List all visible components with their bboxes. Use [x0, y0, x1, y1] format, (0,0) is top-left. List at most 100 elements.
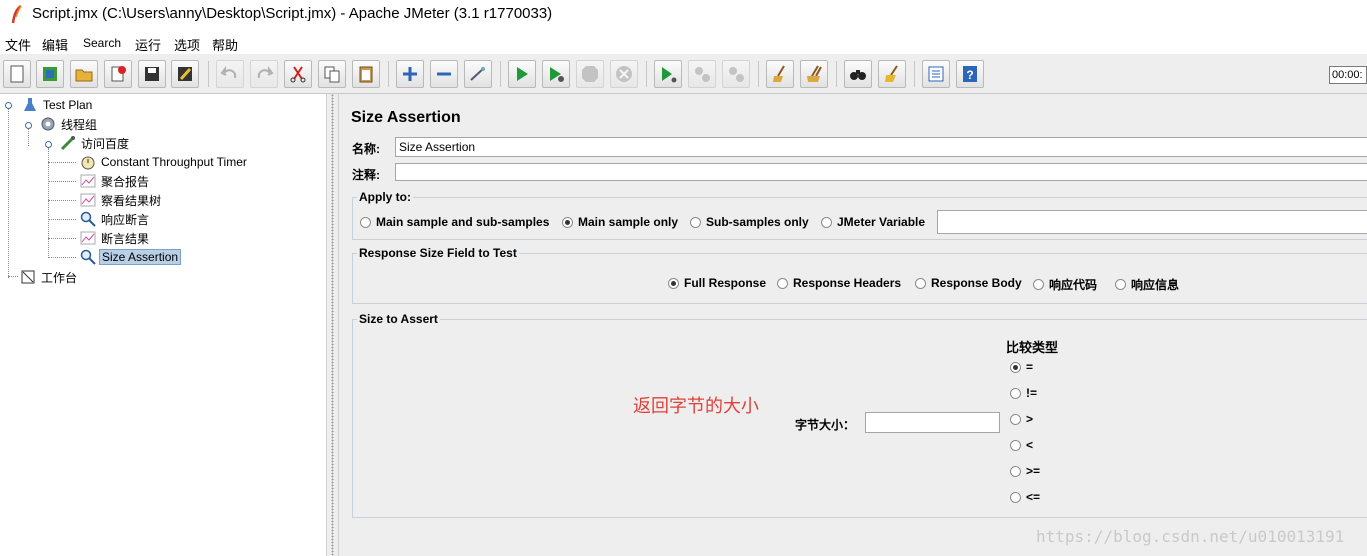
- size-label: 字节大小：: [795, 418, 856, 432]
- tree-node-test-plan[interactable]: Test Plan: [22, 96, 94, 114]
- redo-button[interactable]: [250, 60, 278, 88]
- tree-node-results-tree[interactable]: 察看结果树: [80, 191, 163, 209]
- tree-node-aggregate-report[interactable]: 聚合报告: [80, 172, 151, 190]
- elapsed-timer: 00:00:: [1329, 66, 1367, 84]
- radio-response-headers[interactable]: Response Headers: [777, 276, 901, 290]
- flask-icon: [24, 98, 36, 111]
- menu-file[interactable]: 文件: [5, 35, 31, 54]
- clear-broom-icon: [773, 65, 785, 82]
- tree-node-thread-group[interactable]: 线程组: [40, 115, 99, 133]
- paste-button[interactable]: [352, 60, 380, 88]
- compare-type-label: 比较类型: [1006, 340, 1059, 355]
- remote-start-icon: [662, 67, 677, 83]
- menu-options[interactable]: 选项: [174, 35, 200, 54]
- cut-button[interactable]: [284, 60, 312, 88]
- remote-shutdown-icon: [729, 67, 744, 82]
- radio-sub-only[interactable]: Sub-samples only: [690, 215, 809, 229]
- size-input[interactable]: [865, 412, 1000, 433]
- function-helper-button[interactable]: [922, 60, 950, 88]
- workbench-icon: [21, 270, 35, 284]
- help-button[interactable]: ?: [956, 60, 984, 88]
- comment-label: 注释:: [352, 168, 380, 182]
- radio-response-code[interactable]: 响应代码: [1033, 276, 1097, 293]
- radio-main-only[interactable]: Main sample only: [562, 215, 678, 229]
- name-field[interactable]: Size Assertion: [395, 137, 1367, 157]
- search-button[interactable]: [844, 60, 872, 88]
- start-button[interactable]: [508, 60, 536, 88]
- save-button[interactable]: [138, 60, 166, 88]
- tree-node-sampler[interactable]: 访问百度: [60, 134, 131, 152]
- radio-op-greater-equal[interactable]: >=: [1010, 464, 1040, 478]
- jmeter-variable-field[interactable]: [937, 210, 1367, 234]
- tree-node-timer[interactable]: Constant Throughput Timer: [80, 153, 249, 171]
- tree-expander[interactable]: [25, 122, 32, 129]
- copy-button[interactable]: [318, 60, 346, 88]
- undo-button[interactable]: [216, 60, 244, 88]
- toolbar: ? 00:00:: [0, 55, 1367, 94]
- remote-stop-button[interactable]: [688, 60, 716, 88]
- menu-run[interactable]: 运行: [135, 35, 161, 54]
- radio-response-message[interactable]: 响应信息: [1115, 276, 1179, 293]
- save-as-icon: [178, 67, 192, 81]
- tree-expander[interactable]: [45, 141, 52, 148]
- radio-op-less[interactable]: <: [1010, 438, 1033, 452]
- collapse-all-button[interactable]: [430, 60, 458, 88]
- remote-start-button[interactable]: [654, 60, 682, 88]
- panel-title: Size Assertion: [351, 109, 461, 126]
- graph-icon: [80, 231, 96, 245]
- comment-field[interactable]: [395, 163, 1367, 181]
- clear-all-broom-icon: [807, 65, 822, 82]
- radio-op-greater[interactable]: >: [1010, 412, 1033, 426]
- tree-node-response-assertion[interactable]: 响应断言: [80, 210, 151, 228]
- jmeter-feather-icon: [11, 5, 22, 24]
- open-button[interactable]: [70, 60, 98, 88]
- remote-shutdown-button[interactable]: [722, 60, 750, 88]
- clear-all-button[interactable]: [800, 60, 828, 88]
- redo-icon: [257, 66, 274, 79]
- help-icon: ?: [963, 66, 977, 82]
- minus-icon: [437, 72, 451, 76]
- annotation-text: 返回字节的大小: [633, 396, 759, 417]
- split-pane-divider[interactable]: [326, 94, 339, 556]
- scissors-icon: [290, 66, 306, 83]
- expand-all-button[interactable]: [396, 60, 424, 88]
- tree-node-size-assertion[interactable]: Size Assertion: [80, 248, 182, 266]
- tree-node-workbench[interactable]: 工作台: [20, 268, 79, 286]
- response-field-legend: Response Size Field to Test: [359, 246, 517, 260]
- shutdown-button[interactable]: [610, 60, 638, 88]
- clear-button[interactable]: [766, 60, 794, 88]
- new-file-icon: [10, 65, 24, 83]
- undo-icon: [220, 66, 237, 79]
- close-button[interactable]: [104, 60, 132, 88]
- tree-node-assertion-results[interactable]: 断言结果: [80, 229, 151, 247]
- radio-op-not-equal[interactable]: !=: [1010, 386, 1037, 400]
- templates-button[interactable]: [36, 60, 64, 88]
- toggle-button[interactable]: [464, 60, 492, 88]
- stopwatch-icon: [81, 156, 95, 170]
- save-as-button[interactable]: [171, 60, 199, 88]
- radio-main-and-sub[interactable]: Main sample and sub-samples: [360, 215, 549, 229]
- stop-button[interactable]: [576, 60, 604, 88]
- close-file-icon: [111, 66, 126, 82]
- radio-jmeter-variable[interactable]: JMeter Variable: [821, 215, 925, 229]
- menu-help[interactable]: 帮助: [212, 35, 238, 54]
- window-title: Script.jmx (C:\Users\anny\Desktop\Script…: [32, 5, 553, 22]
- menu-edit[interactable]: 编辑: [42, 35, 68, 54]
- radio-op-equal[interactable]: =: [1010, 360, 1033, 374]
- tree-expander[interactable]: [5, 102, 12, 109]
- reset-search-button[interactable]: [878, 60, 906, 88]
- new-button[interactable]: [3, 60, 31, 88]
- templates-icon: [43, 67, 57, 81]
- play-icon: [517, 67, 528, 81]
- size-to-assert-group: Size to Assert: [352, 312, 1367, 518]
- stop-icon: [582, 66, 598, 82]
- shutdown-icon: [616, 66, 632, 82]
- plus-icon: [403, 67, 417, 81]
- open-folder-icon: [75, 69, 93, 82]
- binoculars-icon: [850, 70, 866, 80]
- start-no-pauses-button[interactable]: [542, 60, 570, 88]
- radio-op-less-equal[interactable]: <=: [1010, 490, 1040, 504]
- radio-response-body[interactable]: Response Body: [915, 276, 1022, 290]
- menu-search[interactable]: Search: [83, 36, 121, 50]
- radio-full-response[interactable]: Full Response: [668, 276, 766, 290]
